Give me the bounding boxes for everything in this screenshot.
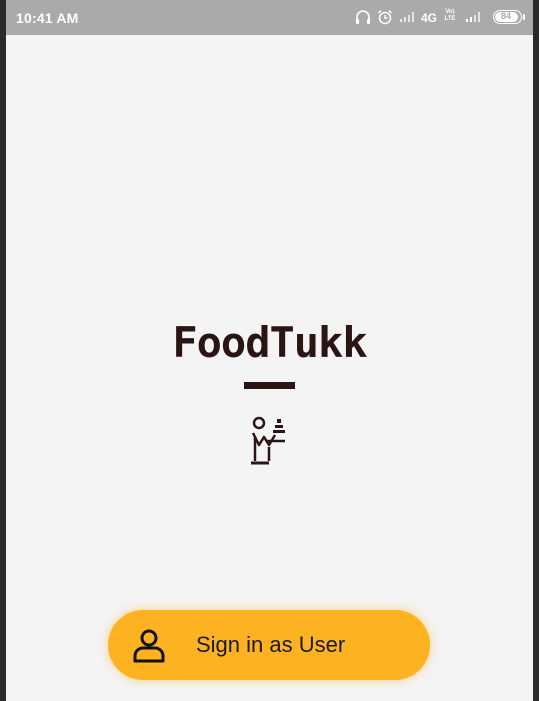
signal-icon bbox=[466, 12, 480, 22]
sign-in-as-user-button[interactable]: Sign in as User bbox=[108, 610, 430, 680]
battery-level: 84 bbox=[500, 11, 511, 21]
status-time: 10:41 AM bbox=[16, 10, 79, 26]
user-icon bbox=[133, 629, 165, 663]
alarm-icon bbox=[377, 9, 393, 25]
network-type: 4G bbox=[421, 11, 438, 25]
sign-in-label: Sign in as User bbox=[196, 632, 346, 657]
waiter-icon bbox=[251, 416, 285, 465]
status-icons: 4G Vo) LTE 84 bbox=[355, 9, 525, 27]
status-bar: 10:41 AM 4G Vo) LTE 84 bbox=[6, 0, 533, 35]
title-underline bbox=[244, 382, 295, 389]
volte-bottom: LTE bbox=[444, 16, 456, 22]
battery-icon: 84 bbox=[493, 10, 525, 24]
volte-top: Vo) bbox=[445, 9, 455, 15]
volte-icon: Vo) LTE bbox=[442, 9, 458, 23]
signal-icon bbox=[400, 12, 414, 22]
app-title: FoodTukk bbox=[172, 318, 367, 367]
headphones-icon bbox=[356, 10, 370, 24]
app-screen: 10:41 AM 4G Vo) LTE 84 FoodTukk Sign in … bbox=[6, 0, 533, 701]
